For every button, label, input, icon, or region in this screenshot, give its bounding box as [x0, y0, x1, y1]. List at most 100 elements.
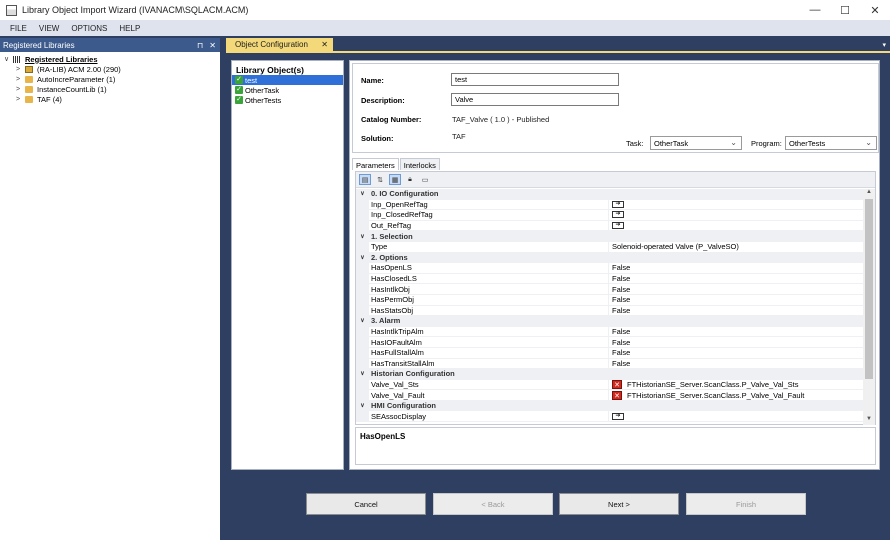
- property-row[interactable]: HasStatsObj False: [356, 305, 864, 317]
- menu-options[interactable]: OPTIONS: [65, 24, 113, 33]
- property-row[interactable]: HasOpenLS False: [356, 263, 864, 274]
- collapse-icon[interactable]: ∨: [356, 189, 369, 199]
- category-row[interactable]: ∨ 0. IO Configuration: [356, 189, 864, 200]
- property-value[interactable]: False: [609, 327, 864, 337]
- maximize-button[interactable]: ☐: [830, 0, 860, 20]
- property-name: HasStatsObj: [369, 305, 609, 316]
- property-value[interactable]: False: [609, 274, 864, 284]
- tag-browse-icon[interactable]: ➔: [612, 412, 624, 420]
- properties-icon[interactable]: ▦: [389, 174, 401, 185]
- category-row[interactable]: ∨ 2. Options: [356, 252, 864, 264]
- tag-browse-icon[interactable]: ➔: [612, 211, 624, 219]
- scroll-down-icon[interactable]: ▼: [863, 416, 875, 425]
- lock-icon[interactable]: 🔒︎: [404, 174, 416, 185]
- property-value[interactable]: False: [609, 263, 864, 273]
- property-value[interactable]: ✕ FTHistorianSE_Server.ScanClass.P_Valve_…: [609, 390, 864, 400]
- property-row[interactable]: Valve_Val_Fault ✕ FTHistorianSE_Server.Sca…: [356, 390, 864, 401]
- property-row[interactable]: HasIOFaultAlm False: [356, 337, 864, 348]
- collapse-icon[interactable]: ∨: [356, 369, 369, 379]
- property-value[interactable]: ➔: [609, 210, 864, 220]
- property-value[interactable]: False: [609, 348, 864, 358]
- property-row[interactable]: HasTransitStallAlm False: [356, 358, 864, 370]
- expand-icon[interactable]: >: [16, 66, 25, 73]
- tab-overflow-icon[interactable]: ▾: [882, 41, 886, 49]
- collapse-icon[interactable]: ∨: [356, 231, 369, 241]
- tree-item-taf[interactable]: > TAF (4): [4, 94, 220, 104]
- property-row[interactable]: HasPermObj False: [356, 294, 864, 306]
- menu-view[interactable]: VIEW: [33, 24, 65, 33]
- name-field[interactable]: [451, 73, 619, 86]
- finish-button[interactable]: Finish: [686, 493, 806, 515]
- tree-item-instancecountlib[interactable]: > InstanceCountLib (1): [4, 84, 220, 94]
- catalog-number-label: Catalog Number:: [361, 115, 422, 124]
- property-value[interactable]: ➔: [609, 200, 864, 210]
- next-button[interactable]: Next >: [559, 493, 679, 515]
- property-row[interactable]: HasClosedLS False: [356, 273, 864, 285]
- tag-browse-icon[interactable]: ➔: [612, 200, 624, 208]
- category-row[interactable]: ∨ Historian Configuration: [356, 369, 864, 380]
- property-row[interactable]: Type Solenoid-operated Valve (P_ValveSO): [356, 241, 864, 253]
- program-select[interactable]: OtherTests ⌄: [785, 136, 877, 150]
- expand-icon[interactable]: >: [16, 86, 25, 93]
- category-row[interactable]: ∨ 1. Selection: [356, 231, 864, 242]
- collapse-icon[interactable]: ∨: [356, 316, 369, 326]
- list-item-label: OtherTests: [245, 95, 282, 105]
- property-row[interactable]: Out_RefTag ➔: [356, 220, 864, 232]
- property-value[interactable]: False: [609, 295, 864, 305]
- grid-scrollbar[interactable]: ▲ ▼: [863, 189, 875, 425]
- cancel-button[interactable]: Cancel: [306, 493, 426, 515]
- menu-file[interactable]: FILE: [4, 24, 33, 33]
- property-row[interactable]: HasIntlkTripAlm False: [356, 326, 864, 338]
- close-tab-icon[interactable]: ✕: [321, 40, 328, 49]
- scroll-thumb[interactable]: [865, 199, 873, 379]
- tab-interlocks[interactable]: Interlocks: [399, 158, 440, 170]
- property-name: HasFullStallAlm: [369, 347, 609, 358]
- property-value[interactable]: False: [609, 337, 864, 347]
- categorized-icon[interactable]: ▤: [359, 174, 371, 185]
- property-pages-icon[interactable]: ▭: [419, 174, 431, 185]
- list-item-othertests[interactable]: ✓ OtherTests: [232, 95, 343, 105]
- expand-icon[interactable]: >: [16, 96, 25, 103]
- scroll-up-icon[interactable]: ▲: [863, 189, 875, 198]
- list-item-test[interactable]: ✓ test: [232, 75, 343, 85]
- menu-help[interactable]: HELP: [113, 24, 146, 33]
- row-gutter: [356, 273, 369, 284]
- tab-parameters[interactable]: Parameters: [352, 158, 399, 170]
- property-row[interactable]: SEAssocDisplay ➔: [356, 411, 864, 423]
- property-value[interactable]: ✕ FTHistorianSE_Server.ScanClass.P_Valve_…: [609, 379, 864, 390]
- tree-item-autoincreparameter[interactable]: > AutoIncreParameter (1): [4, 74, 220, 84]
- close-window-button[interactable]: ✕: [860, 0, 890, 20]
- property-name: Inp_OpenRefTag: [369, 199, 609, 210]
- tree-item-label: (RA-LIB) ACM 2.00 (290): [37, 64, 121, 74]
- category-row[interactable]: ∨ HMI Configuration: [356, 400, 864, 412]
- list-item-othertask[interactable]: ✓ OtherTask: [232, 85, 343, 95]
- property-row[interactable]: HasFullStallAlm False: [356, 347, 864, 359]
- minimize-button[interactable]: —: [800, 0, 830, 20]
- property-row[interactable]: Inp_OpenRefTag ➔: [356, 199, 864, 211]
- tree-item-registered-libraries[interactable]: ∨ Registered Libraries: [4, 54, 220, 64]
- dock-close-icon[interactable]: ✕: [209, 41, 216, 50]
- collapse-icon[interactable]: ∨: [356, 252, 369, 263]
- property-value[interactable]: ➔: [609, 411, 864, 421]
- tree-item-ra-lib[interactable]: > (RA-LIB) ACM 2.00 (290): [4, 64, 220, 74]
- pin-icon[interactable]: ⊓: [197, 41, 203, 50]
- description-field[interactable]: [451, 93, 619, 106]
- task-select[interactable]: OtherTask ⌄: [650, 136, 742, 150]
- property-value[interactable]: False: [609, 284, 864, 294]
- property-row[interactable]: Inp_ClosedRefTag ➔: [356, 210, 864, 221]
- alphabetical-icon[interactable]: ⇅: [374, 174, 386, 185]
- property-value[interactable]: False: [609, 306, 864, 316]
- property-value[interactable]: False: [609, 359, 864, 369]
- collapse-icon[interactable]: ∨: [4, 55, 13, 63]
- expand-icon[interactable]: >: [16, 76, 25, 83]
- property-row[interactable]: Valve_Val_Sts ✕ FTHistorianSE_Server.ScanC…: [356, 379, 864, 391]
- property-value[interactable]: Solenoid-operated Valve (P_ValveSO): [609, 242, 864, 252]
- tag-browse-icon[interactable]: ➔: [612, 222, 624, 230]
- collapse-icon[interactable]: ∨: [356, 400, 369, 411]
- back-button[interactable]: < Back: [433, 493, 553, 515]
- property-value[interactable]: ➔: [609, 221, 864, 231]
- category-row[interactable]: ∨ 3. Alarm: [356, 316, 864, 327]
- tab-object-configuration[interactable]: Object Configuration ✕: [226, 38, 333, 51]
- property-row[interactable]: HasIntlkObj False: [356, 284, 864, 295]
- checkmark-icon: ✓: [235, 86, 243, 94]
